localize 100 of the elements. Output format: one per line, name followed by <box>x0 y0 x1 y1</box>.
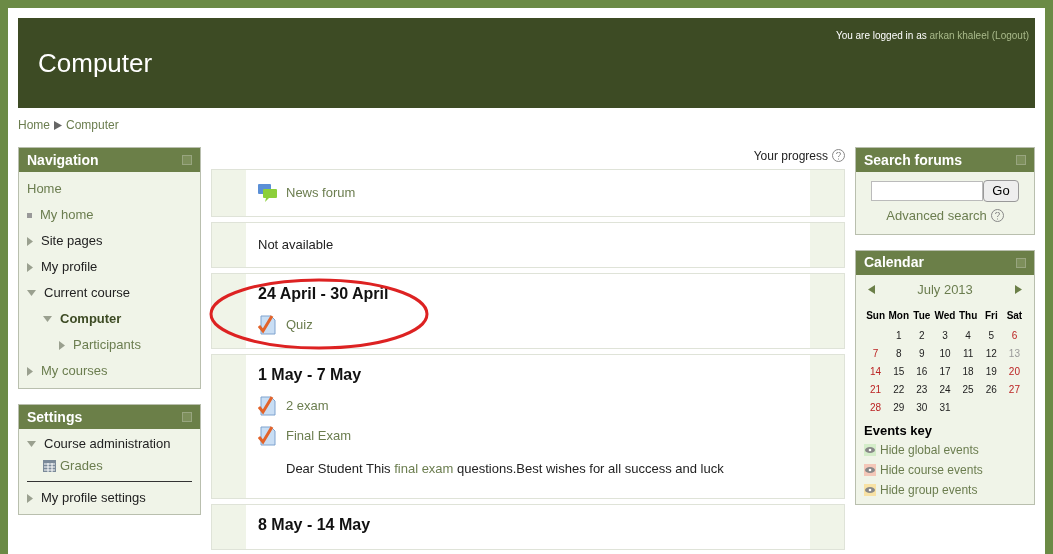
course-title: Computer <box>38 46 153 80</box>
speech-bubbles-icon <box>258 184 278 202</box>
advanced-search-link[interactable]: Advanced search <box>886 206 987 226</box>
nav-link[interactable]: Site pages <box>41 231 103 251</box>
grades-link[interactable]: Grades <box>60 456 103 476</box>
expanded-arrow-icon[interactable] <box>27 441 36 447</box>
nav-link[interactable]: My home <box>40 205 94 225</box>
collapse-icon[interactable] <box>1016 257 1026 268</box>
eye-icon[interactable] <box>864 484 876 496</box>
calendar-day[interactable]: 29 <box>887 398 911 417</box>
nav-link[interactable]: Current course <box>44 283 130 303</box>
nav-link[interactable]: Home <box>27 179 62 199</box>
calendar-day[interactable]: 18 <box>956 362 980 381</box>
calendar-day[interactable]: 23 <box>910 380 934 399</box>
calendar-day[interactable]: 30 <box>910 398 934 417</box>
calendar-day[interactable]: 5 <box>979 326 1003 345</box>
section-title: 1 May - 7 May <box>258 364 363 385</box>
section-gutter <box>810 223 844 267</box>
section-title: 24 April - 30 April <box>258 283 390 304</box>
block-title: Settings <box>27 407 83 427</box>
separator-icon <box>54 120 62 130</box>
settings-item[interactable]: Course administration <box>44 434 171 454</box>
settings-item[interactable]: My profile settings <box>41 488 146 508</box>
checklist-icon <box>258 395 278 416</box>
weekday-label: Wed <box>933 308 957 323</box>
progress-label: Your progress <box>753 147 828 165</box>
section-summary: Dear Student This final exam questions.Best wishes for all success and luck <box>285 459 725 478</box>
nav-link[interactable]: Participants <box>73 335 141 355</box>
calendar-day[interactable]: 17 <box>933 362 957 381</box>
calendar-day[interactable]: 3 <box>933 326 957 345</box>
calendar-day[interactable]: 22 <box>887 380 911 399</box>
calendar-day[interactable]: 25 <box>956 380 980 399</box>
summary-link[interactable]: final exam <box>394 460 454 476</box>
collapse-icon[interactable] <box>182 412 192 422</box>
calendar-day[interactable]: 14 <box>864 362 888 381</box>
logout-link[interactable]: (Logout) <box>991 30 1029 41</box>
go-button[interactable]: Go <box>983 180 1019 202</box>
bullet-icon <box>27 212 32 218</box>
calendar-day[interactable]: 12 <box>979 344 1003 363</box>
event-toggle-link[interactable]: Hide course events <box>880 461 983 479</box>
calendar-day[interactable]: 6 <box>1002 326 1026 345</box>
events-key-title: Events key <box>864 421 933 440</box>
activity-link[interactable]: Final Exam <box>286 425 352 446</box>
calendar-day[interactable]: 15 <box>887 362 911 381</box>
nav-link[interactable]: My courses <box>41 361 108 381</box>
table-icon <box>43 460 56 472</box>
month-label: July 2013 <box>917 280 973 299</box>
checklist-icon <box>258 425 278 446</box>
section-gutter <box>810 505 844 549</box>
event-toggle-link[interactable]: Hide global events <box>880 441 979 459</box>
breadcrumb-link[interactable]: Computer <box>66 116 119 134</box>
calendar-day[interactable]: 9 <box>910 344 934 363</box>
collapsed-arrow-icon[interactable] <box>27 236 33 246</box>
checklist-icon <box>258 314 278 335</box>
section-gutter <box>212 223 246 267</box>
expanded-arrow-icon[interactable] <box>43 316 52 322</box>
nav-link[interactable]: My profile <box>41 257 98 277</box>
weekday-label: Mon <box>887 308 910 323</box>
calendar-day[interactable]: 4 <box>956 326 980 345</box>
calendar-day[interactable]: 24 <box>933 380 957 399</box>
calendar-day[interactable]: 16 <box>910 362 934 381</box>
weekday-label: Thu <box>957 308 979 323</box>
calendar-day[interactable]: 7 <box>864 344 888 363</box>
block-title: Search forums <box>864 150 963 170</box>
next-month-icon[interactable] <box>1015 285 1022 294</box>
activity-link[interactable]: News forum <box>286 183 356 203</box>
block-title: Navigation <box>27 150 99 170</box>
event-toggle-link[interactable]: Hide group events <box>880 481 978 499</box>
user-link[interactable]: arkan khaleel <box>929 30 989 41</box>
collapsed-arrow-icon[interactable] <box>27 366 33 376</box>
section-title: 8 May - 14 May <box>258 515 372 535</box>
calendar-day[interactable]: 2 <box>910 326 934 345</box>
collapsed-arrow-icon[interactable] <box>27 493 33 503</box>
calendar-day[interactable]: 26 <box>979 380 1003 399</box>
collapse-icon[interactable] <box>1016 155 1026 165</box>
calendar-day[interactable]: 27 <box>1002 380 1026 399</box>
collapsed-arrow-icon[interactable] <box>59 340 65 350</box>
section-gutter <box>212 505 246 549</box>
calendar-day[interactable]: 31 <box>933 398 957 417</box>
collapsed-arrow-icon[interactable] <box>27 262 33 272</box>
expanded-arrow-icon[interactable] <box>27 290 36 296</box>
calendar-day[interactable]: 8 <box>887 344 911 363</box>
search-field[interactable] <box>871 181 984 201</box>
calendar-day[interactable]: 11 <box>956 344 980 363</box>
previous-month-icon[interactable] <box>868 285 875 294</box>
calendar-day[interactable]: 1 <box>887 326 911 345</box>
activity-link[interactable]: 2 exam <box>286 395 329 416</box>
calendar-day[interactable]: 19 <box>979 362 1003 381</box>
eye-icon[interactable] <box>864 464 876 476</box>
calendar-day[interactable]: 21 <box>864 380 888 399</box>
weekday-label: Tue <box>912 308 932 323</box>
collapse-icon[interactable] <box>182 155 192 165</box>
block-title: Calendar <box>864 253 924 272</box>
breadcrumb-link[interactable]: Home <box>18 116 50 134</box>
calendar-day[interactable]: 10 <box>933 344 957 363</box>
calendar-day[interactable]: 28 <box>864 398 888 417</box>
nav-link[interactable]: Computer <box>60 309 122 329</box>
activity-link[interactable]: Quiz <box>286 314 313 335</box>
calendar-day[interactable]: 20 <box>1002 362 1026 381</box>
eye-icon[interactable] <box>864 444 876 456</box>
